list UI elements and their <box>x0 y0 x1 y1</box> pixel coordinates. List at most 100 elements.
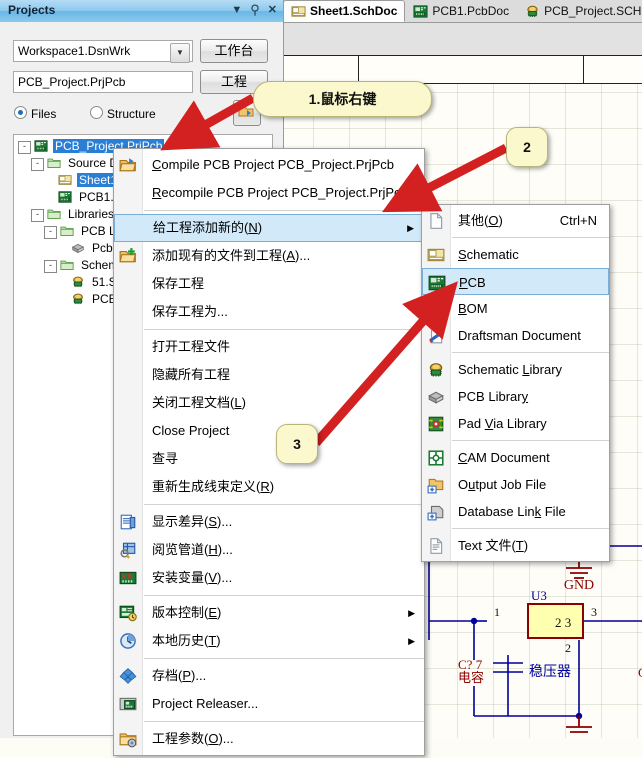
menu-item-bom[interactable]: BOM <box>422 295 609 322</box>
menu-item-打开工程文件[interactable]: 打开工程文件 <box>114 333 424 361</box>
compile-icon <box>119 158 137 172</box>
menu-item-添加现有的文件到工程-a-[interactable]: 添加现有的文件到工程(A)... <box>114 242 424 270</box>
menu-item-output-job-file[interactable]: Output Job File <box>422 471 609 498</box>
cam-document-icon <box>428 450 444 466</box>
menu-item-本地历史-t-[interactable]: 本地历史(T) ▶ <box>114 627 424 655</box>
menu-item-label: Pad Via Library <box>458 416 547 431</box>
menu-item-compile-pcb-project-pcb-project-prjpcb[interactable]: Compile PCB Project PCB_Project.PrjPcb <box>114 151 424 179</box>
menu-item-隐藏所有工程[interactable]: 隐藏所有工程 <box>114 361 424 389</box>
schematic-doc-icon <box>427 248 445 262</box>
menu-item-cam-document[interactable]: CAM Document <box>422 444 609 471</box>
tab-sheet1-schdoc[interactable]: Sheet1.SchDoc <box>283 0 406 22</box>
browse-pipeline-icon <box>120 542 136 559</box>
archive-icon <box>119 667 137 685</box>
bom-icon <box>427 300 445 318</box>
pin-icon[interactable]: ⚲ <box>250 2 260 18</box>
close-icon[interactable]: ✕ <box>268 2 277 18</box>
menu-item-label: 存档(P)... <box>152 668 207 683</box>
pcb-library-icon <box>428 391 444 404</box>
tree-expander[interactable]: - <box>18 141 31 154</box>
pcb-doc-icon <box>428 274 446 292</box>
menu-item-close-project[interactable]: Close Project <box>114 417 424 445</box>
menu-item-pcb-library[interactable]: PCB Library <box>422 383 609 410</box>
menu-item-工程参数-o-[interactable]: 工程参数(O)... <box>114 725 424 753</box>
schematic-doc-icon <box>58 175 72 185</box>
view-mode-structure[interactable]: Structure <box>90 106 156 121</box>
menu-item-重新生成线束定义-r-[interactable]: 重新生成线束定义(R) <box>114 473 424 501</box>
menu-item-版本控制-e-[interactable]: 版本控制(E) ▶ <box>114 599 424 627</box>
workspace-button[interactable]: 工作台 <box>200 39 268 63</box>
menu-item-label: 显示差异(S)... <box>152 514 233 529</box>
menu-item-database-link-file[interactable]: Database Link File <box>422 498 609 525</box>
menu-item-保存工程[interactable]: 保存工程 <box>114 270 424 298</box>
chevron-right-icon: ▶ <box>407 223 414 233</box>
view-mode-files[interactable]: Files <box>14 106 56 121</box>
menu-item-pad-via-library[interactable]: Pad Via Library <box>422 410 609 437</box>
menu-item-阅览管道-h-[interactable]: 阅览管道(H)... <box>114 536 424 564</box>
workspace-combo[interactable]: Workspace1.DsnWrk ▼ <box>13 40 193 63</box>
menu-item-schematic-library[interactable]: Schematic Library <box>422 356 609 383</box>
menu-item-安装变量-v-[interactable]: 安装变量(V)... <box>114 564 424 592</box>
add-new-to-project-submenu[interactable]: 其他(O) Ctrl+N Schematic PCB BOM Draftsman Docu… <box>421 204 610 562</box>
folder-icon <box>60 226 74 236</box>
tree-node-label: Libraries <box>68 207 115 221</box>
pcb-doc-icon <box>58 191 72 203</box>
output-job-icon <box>427 478 444 494</box>
u3-designator: U3 <box>531 588 547 603</box>
cam-document-icon <box>427 449 445 467</box>
folder-icon <box>60 258 76 272</box>
schematic-doc-icon <box>427 246 445 264</box>
tab-pcb1-pcbdoc[interactable]: PCB1.PcbDoc <box>405 0 517 22</box>
tree-expander[interactable]: - <box>31 209 44 222</box>
menu-item-关闭工程文档-l-[interactable]: 关闭工程文档(L) <box>114 389 424 417</box>
menu-item-给工程添加新的-n-[interactable]: 给工程添加新的(N) ▶ <box>114 214 424 242</box>
menu-item-查寻[interactable]: 查寻 <box>114 445 424 473</box>
menu-item-label: Database Link File <box>458 504 566 519</box>
cap-description: 电容 <box>458 670 484 685</box>
pcb-library-icon <box>71 243 85 254</box>
menu-item-text-文件-t-[interactable]: Text 文件(T) <box>422 532 609 559</box>
draftsman-icon <box>429 328 443 344</box>
schematic-library-icon <box>429 363 443 377</box>
menu-item-存档-p-[interactable]: 存档(P)... <box>114 662 424 690</box>
chevron-down-icon[interactable]: ▼ <box>170 43 190 63</box>
pcb-doc-icon <box>58 190 74 204</box>
pcb-doc-icon <box>413 4 428 18</box>
menu-item-draftsman-document[interactable]: Draftsman Document <box>422 322 609 349</box>
tree-expander[interactable]: - <box>44 260 57 273</box>
project-field[interactable]: PCB_Project.PrjPcb <box>13 71 193 93</box>
menu-item-label: Close Project <box>152 423 230 438</box>
menu-item-保存工程为-[interactable]: 保存工程为... <box>114 298 424 326</box>
menu-item-显示差异-s-[interactable]: 显示差异(S)... <box>114 508 424 536</box>
local-history-icon <box>120 633 136 649</box>
menu-item-label: Compile PCB Project PCB_Project.PrjPcb <box>152 157 395 172</box>
menu-separator <box>452 237 609 238</box>
schematic-library-icon <box>71 292 87 306</box>
project-context-menu[interactable]: Compile PCB Project PCB_Project.PrjPcb Re… <box>113 148 425 756</box>
pcb-library-icon <box>427 388 445 406</box>
menu-item-pcb[interactable]: PCB <box>422 268 609 295</box>
folder-icon <box>47 209 61 219</box>
blank-document-icon <box>430 213 443 229</box>
menu-item-recompile-pcb-project-pcb-project-prjpcb[interactable]: Recompile PCB Project PCB_Project.PrjPcb <box>114 179 424 207</box>
menu-item-label: Schematic <box>458 247 519 262</box>
tree-expander[interactable]: - <box>31 158 44 171</box>
panel-title: Projects <box>8 3 56 17</box>
tab-pcb-project-schlib[interactable]: PCB_Project.SCHLIB <box>517 0 642 22</box>
blank-document-icon <box>427 212 445 230</box>
menu-item-其他-o-[interactable]: 其他(O) Ctrl+N <box>422 207 609 234</box>
show-differences-icon <box>120 514 136 530</box>
menu-item-schematic[interactable]: Schematic <box>422 241 609 268</box>
tree-node[interactable]: - Libraries <box>31 206 116 222</box>
pcb-doc-icon <box>428 275 446 291</box>
browse-pipeline-icon <box>119 541 137 559</box>
dropdown-icon[interactable]: ▼ <box>231 2 242 18</box>
menu-item-label: 阅览管道(H)... <box>152 542 233 557</box>
tree-expander[interactable]: - <box>44 226 57 239</box>
pcb-doc-icon <box>413 4 428 19</box>
project-field-value: PCB_Project.PrjPcb <box>18 75 126 89</box>
menu-item-label: 查寻 <box>152 451 179 466</box>
menu-item-project-releaser-[interactable]: Project Releaser... <box>114 690 424 718</box>
u3-pin2-number: 2 <box>565 641 571 655</box>
draftsman-icon <box>427 327 445 345</box>
